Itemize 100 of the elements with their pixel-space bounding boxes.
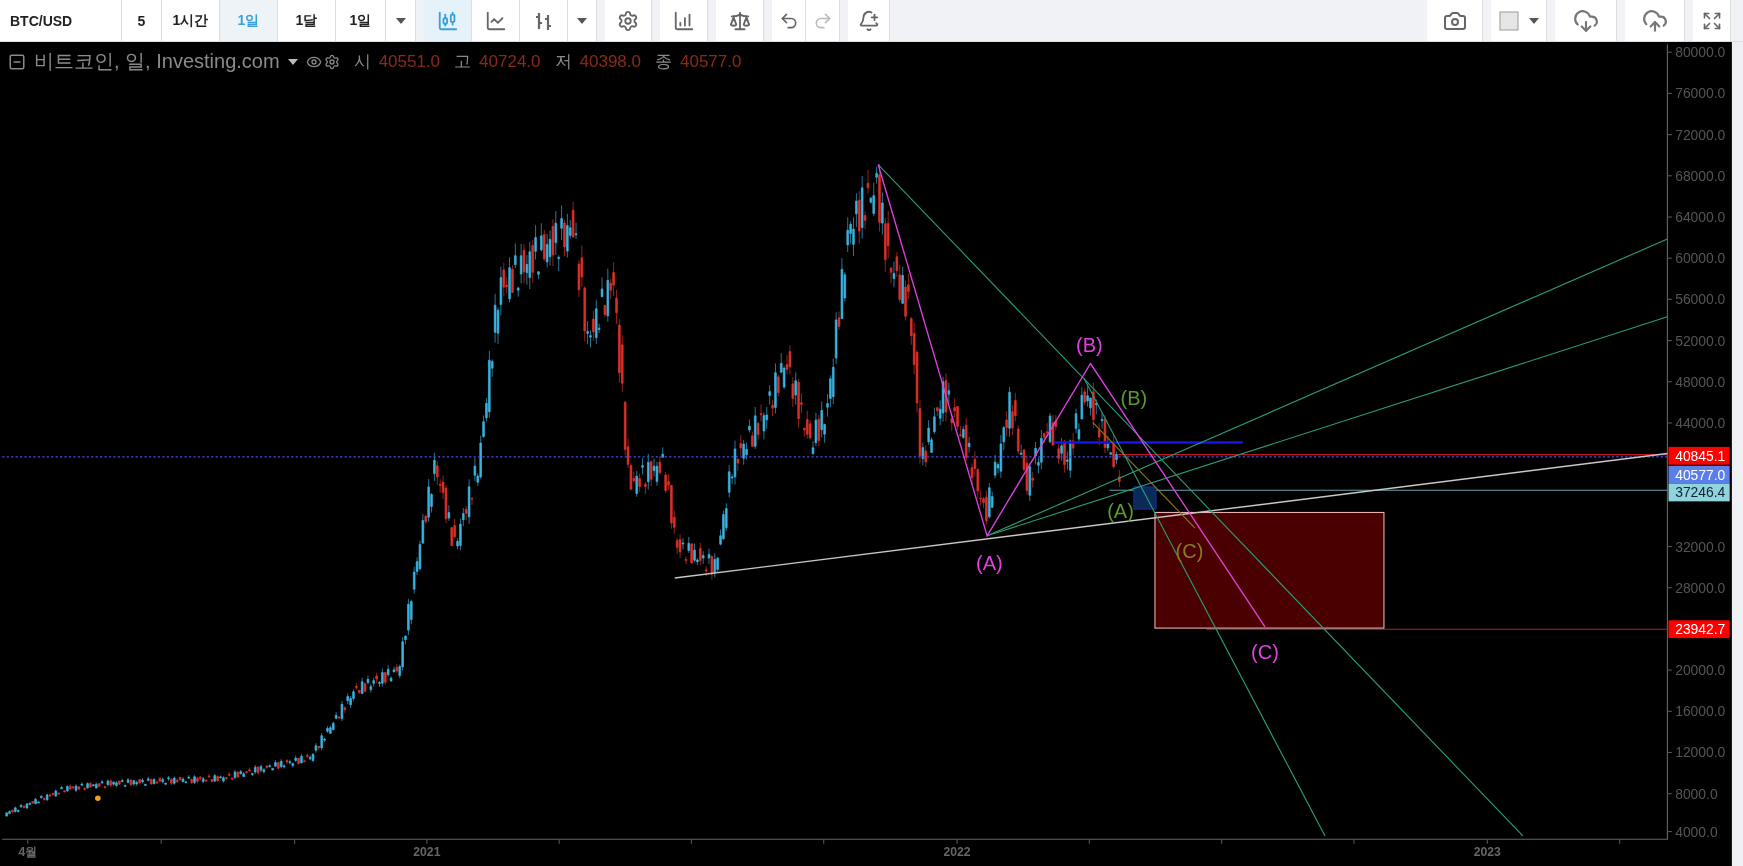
- chart-type-button[interactable]: [472, 0, 520, 41]
- caret-icon: [577, 17, 587, 24]
- axis-tick: [1666, 134, 1673, 136]
- cloud-download-icon: [1572, 7, 1599, 34]
- legend-title: 비트코인, 일, Investing.com: [34, 49, 280, 74]
- axis-tick: [1666, 710, 1673, 712]
- axis-tick: [823, 838, 825, 845]
- price-axis-label: 72000.0: [1675, 126, 1726, 143]
- scale-icon: [728, 9, 751, 32]
- caret-icon: [1528, 17, 1539, 24]
- price-tag: 23942.7: [1668, 620, 1730, 639]
- interval-button[interactable]: 1일: [336, 0, 386, 41]
- axis-tick: [1666, 669, 1673, 671]
- price-axis-label: 56000.0: [1675, 291, 1726, 308]
- price-axis-label: 48000.0: [1675, 373, 1726, 390]
- axis-tick: [1353, 838, 1355, 845]
- axis-tick: [1666, 545, 1673, 548]
- price-axis-label: 8000.0: [1675, 785, 1718, 802]
- axis-tick: [1666, 381, 1673, 383]
- price-axis-label: 60000.0: [1675, 250, 1726, 267]
- bell-plus-icon: [857, 9, 880, 32]
- interval-button[interactable]: 1달: [278, 0, 336, 41]
- chart-type-button[interactable]: [424, 0, 472, 41]
- collapse-icon[interactable]: [8, 52, 26, 71]
- axis-tick: [1666, 216, 1673, 218]
- settings-icon[interactable]: [323, 53, 340, 70]
- price-axis-label: 76000.0: [1675, 85, 1726, 102]
- axis-tick: [1666, 175, 1673, 177]
- axis-tick: [1666, 793, 1673, 795]
- axis-tick: [1088, 838, 1090, 845]
- time-axis-label: 2021: [413, 845, 441, 859]
- price-tag: 40845.1: [1668, 446, 1730, 465]
- price-tag: 40577.0: [1668, 465, 1730, 484]
- alert-button[interactable]: [848, 0, 890, 41]
- axis-tick: [1666, 298, 1673, 300]
- wave-label: (A): [1107, 500, 1134, 523]
- price-axis-label: 20000.0: [1675, 662, 1726, 679]
- axis-tick: [1666, 751, 1673, 754]
- ohlc-label: 저: [554, 51, 572, 73]
- axis-tick: [1666, 257, 1673, 259]
- axis-tick: [1666, 587, 1673, 589]
- symbol-field[interactable]: BTC/USD: [0, 0, 122, 41]
- time-axis-label: 2022: [943, 845, 971, 859]
- axis-tick: [1666, 92, 1673, 94]
- line-chart-icon: [484, 9, 507, 32]
- wave-label: (B): [1076, 334, 1103, 357]
- axis-tick: [690, 838, 692, 845]
- caret-icon: [395, 17, 406, 24]
- ohlc-value: 40551.0: [378, 51, 441, 72]
- bar-chart-icon: [672, 9, 695, 32]
- ohlc-value: 40577.0: [680, 51, 742, 72]
- interval-dropdown-button[interactable]: [386, 0, 416, 41]
- caret-icon: [287, 58, 298, 65]
- axis-tick: [558, 838, 560, 845]
- save-button[interactable]: [1625, 0, 1685, 41]
- ohlc-label: 고: [454, 51, 472, 73]
- axis-tick: [1221, 838, 1223, 845]
- axis-tick: [956, 838, 958, 845]
- wave-label: (B): [1120, 386, 1148, 409]
- axis-tick: [160, 838, 162, 845]
- time-axis-label: 4월: [18, 845, 38, 859]
- axis-tick: [1666, 340, 1673, 342]
- chart-type-button[interactable]: [520, 0, 568, 41]
- ohlc-value: 40398.0: [579, 51, 641, 72]
- price-axis-label: 80000.0: [1675, 44, 1726, 61]
- price-axis-label: 32000.0: [1675, 538, 1726, 555]
- axis-tick: [1666, 51, 1673, 53]
- indicators-button[interactable]: [660, 0, 708, 41]
- price-axis-label: 68000.0: [1675, 167, 1726, 184]
- undo-icon: [778, 10, 799, 31]
- screenshot-button[interactable]: [1427, 0, 1483, 41]
- axis-tick: [1486, 838, 1488, 845]
- color-swatch-icon: [1498, 10, 1519, 31]
- axis-tick: [1666, 422, 1673, 424]
- event-marker: [95, 795, 101, 801]
- fullscreen-icon: [1701, 10, 1722, 31]
- price-axis-label: 52000.0: [1675, 332, 1726, 349]
- ohlc-label: 시: [353, 51, 371, 73]
- wave-label: (C): [1175, 540, 1204, 563]
- price-axis-label: 44000.0: [1675, 414, 1726, 431]
- chart-type-dropdown-button[interactable]: [568, 0, 597, 41]
- time-axis-label: 2023: [1473, 845, 1501, 859]
- wave-label: (C): [1251, 641, 1279, 664]
- load-button[interactable]: [1555, 0, 1617, 41]
- highlight-zone: [1133, 486, 1157, 510]
- undo-button[interactable]: [772, 0, 806, 41]
- settings-button[interactable]: [605, 0, 652, 41]
- fullscreen-button[interactable]: [1693, 0, 1731, 41]
- compare-button[interactable]: [716, 0, 764, 41]
- candlestick-icon: [436, 9, 459, 32]
- axis-tick: [426, 838, 428, 845]
- interval-button[interactable]: 5: [122, 0, 162, 41]
- interval-button[interactable]: 1시간: [162, 0, 220, 41]
- axis-tick: [1666, 831, 1673, 833]
- price-axis-label: 4000.0: [1675, 823, 1718, 840]
- price-axis-label: 28000.0: [1675, 579, 1726, 596]
- price-axis-label: 64000.0: [1675, 209, 1726, 225]
- settings-icon: [617, 9, 639, 32]
- axis-tick: [294, 838, 296, 845]
- color-picker-button[interactable]: [1491, 0, 1547, 41]
